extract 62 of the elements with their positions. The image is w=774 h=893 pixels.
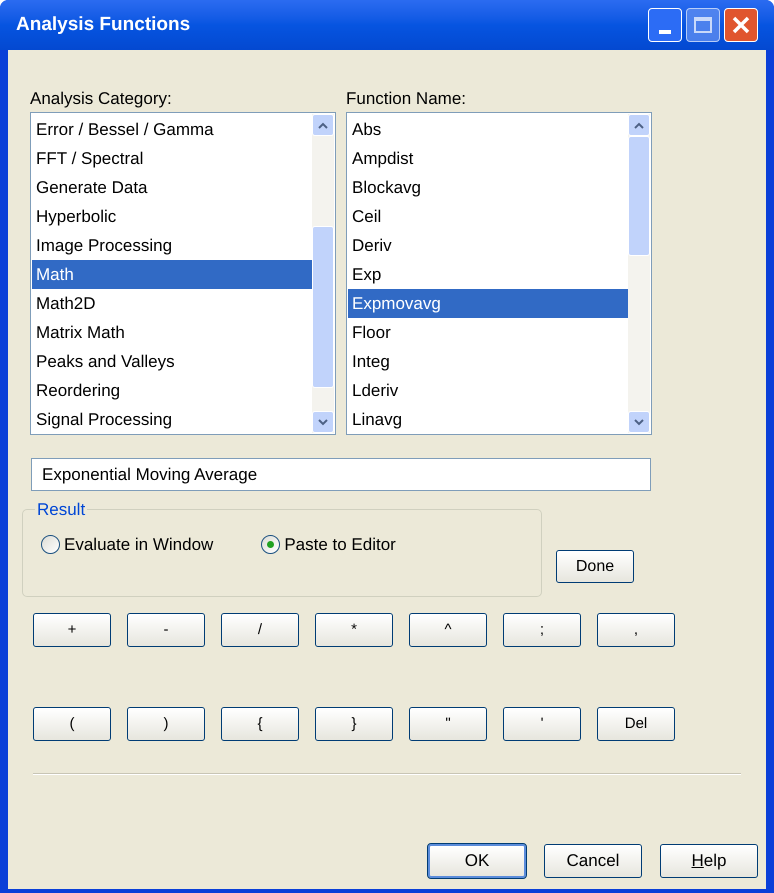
list-item[interactable]: Ceil <box>348 202 628 231</box>
list-item[interactable]: Abs <box>348 115 628 144</box>
operator-button[interactable]: / <box>221 613 299 647</box>
operator-button[interactable]: ) <box>127 707 205 741</box>
window-title: Analysis Functions <box>16 12 190 37</box>
list-item[interactable]: Signal Processing <box>32 405 312 434</box>
list-item[interactable]: Hyperbolic <box>32 202 312 231</box>
list-item[interactable]: Math2D <box>32 289 312 318</box>
dialog-button[interactable]: OK <box>428 844 526 878</box>
list-item[interactable]: Deriv <box>348 231 628 260</box>
operator-button[interactable]: ' <box>503 707 581 741</box>
list-item[interactable]: Matrix Math <box>32 318 312 347</box>
list-item[interactable]: Floor <box>348 318 628 347</box>
list-item[interactable]: Linavg <box>348 405 628 434</box>
list-item[interactable]: Math <box>32 260 312 289</box>
radio-button[interactable] <box>41 535 60 554</box>
chevron-up-icon <box>634 122 644 128</box>
maximize-button[interactable] <box>686 8 720 42</box>
operator-button[interactable]: ; <box>503 613 581 647</box>
operator-button[interactable]: { <box>221 707 299 741</box>
list-item[interactable]: Peaks and Valleys <box>32 347 312 376</box>
list-label: Analysis Category: <box>30 88 173 108</box>
list-item[interactable]: Generate Data <box>32 173 312 202</box>
list-item[interactable]: Expmovavg <box>348 289 628 318</box>
operator-button[interactable]: + <box>33 613 111 647</box>
scroll-down-button[interactable] <box>628 411 650 433</box>
close-icon <box>731 15 751 35</box>
radio-label[interactable]: Evaluate in Window <box>64 532 214 558</box>
list-item[interactable]: Error / Bessel / Gamma <box>32 115 312 144</box>
list-label: Function Name: <box>346 88 467 108</box>
description-field[interactable]: Exponential Moving Average <box>31 458 651 491</box>
operator-button[interactable]: ( <box>33 707 111 741</box>
scroll-up-button[interactable] <box>628 114 650 136</box>
minimize-button[interactable] <box>648 8 682 42</box>
scroll-thumb[interactable] <box>628 136 650 256</box>
list-item[interactable]: Ampdist <box>348 144 628 173</box>
operator-button[interactable]: ^ <box>409 613 487 647</box>
dialog-button[interactable]: Help <box>660 844 758 878</box>
operator-button[interactable]: } <box>315 707 393 741</box>
close-button[interactable] <box>724 8 758 42</box>
list-item[interactable]: Lderiv <box>348 376 628 405</box>
chevron-up-icon <box>318 122 328 128</box>
list-item[interactable]: Blockavg <box>348 173 628 202</box>
operator-button[interactable]: * <box>315 613 393 647</box>
list-item[interactable]: Integ <box>348 347 628 376</box>
list-item[interactable]: Exp <box>348 260 628 289</box>
scroll-up-button[interactable] <box>312 114 334 136</box>
operator-button[interactable]: Del <box>597 707 675 741</box>
list-item[interactable]: FFT / Spectral <box>32 144 312 173</box>
operator-button[interactable]: " <box>409 707 487 741</box>
radio-label[interactable]: Paste to Editor <box>284 532 396 558</box>
dialog-button[interactable]: Cancel <box>544 844 642 878</box>
list-item[interactable]: Reordering <box>32 376 312 405</box>
operator-button[interactable]: , <box>597 613 675 647</box>
done-button[interactable]: Done <box>556 550 634 583</box>
chevron-down-icon <box>634 418 644 426</box>
list-item[interactable]: Image Processing <box>32 231 312 260</box>
chevron-down-icon <box>318 418 328 426</box>
operator-button[interactable]: - <box>127 613 205 647</box>
scroll-down-button[interactable] <box>312 411 334 433</box>
radio-button[interactable] <box>261 535 280 554</box>
scroll-thumb[interactable] <box>312 226 334 388</box>
